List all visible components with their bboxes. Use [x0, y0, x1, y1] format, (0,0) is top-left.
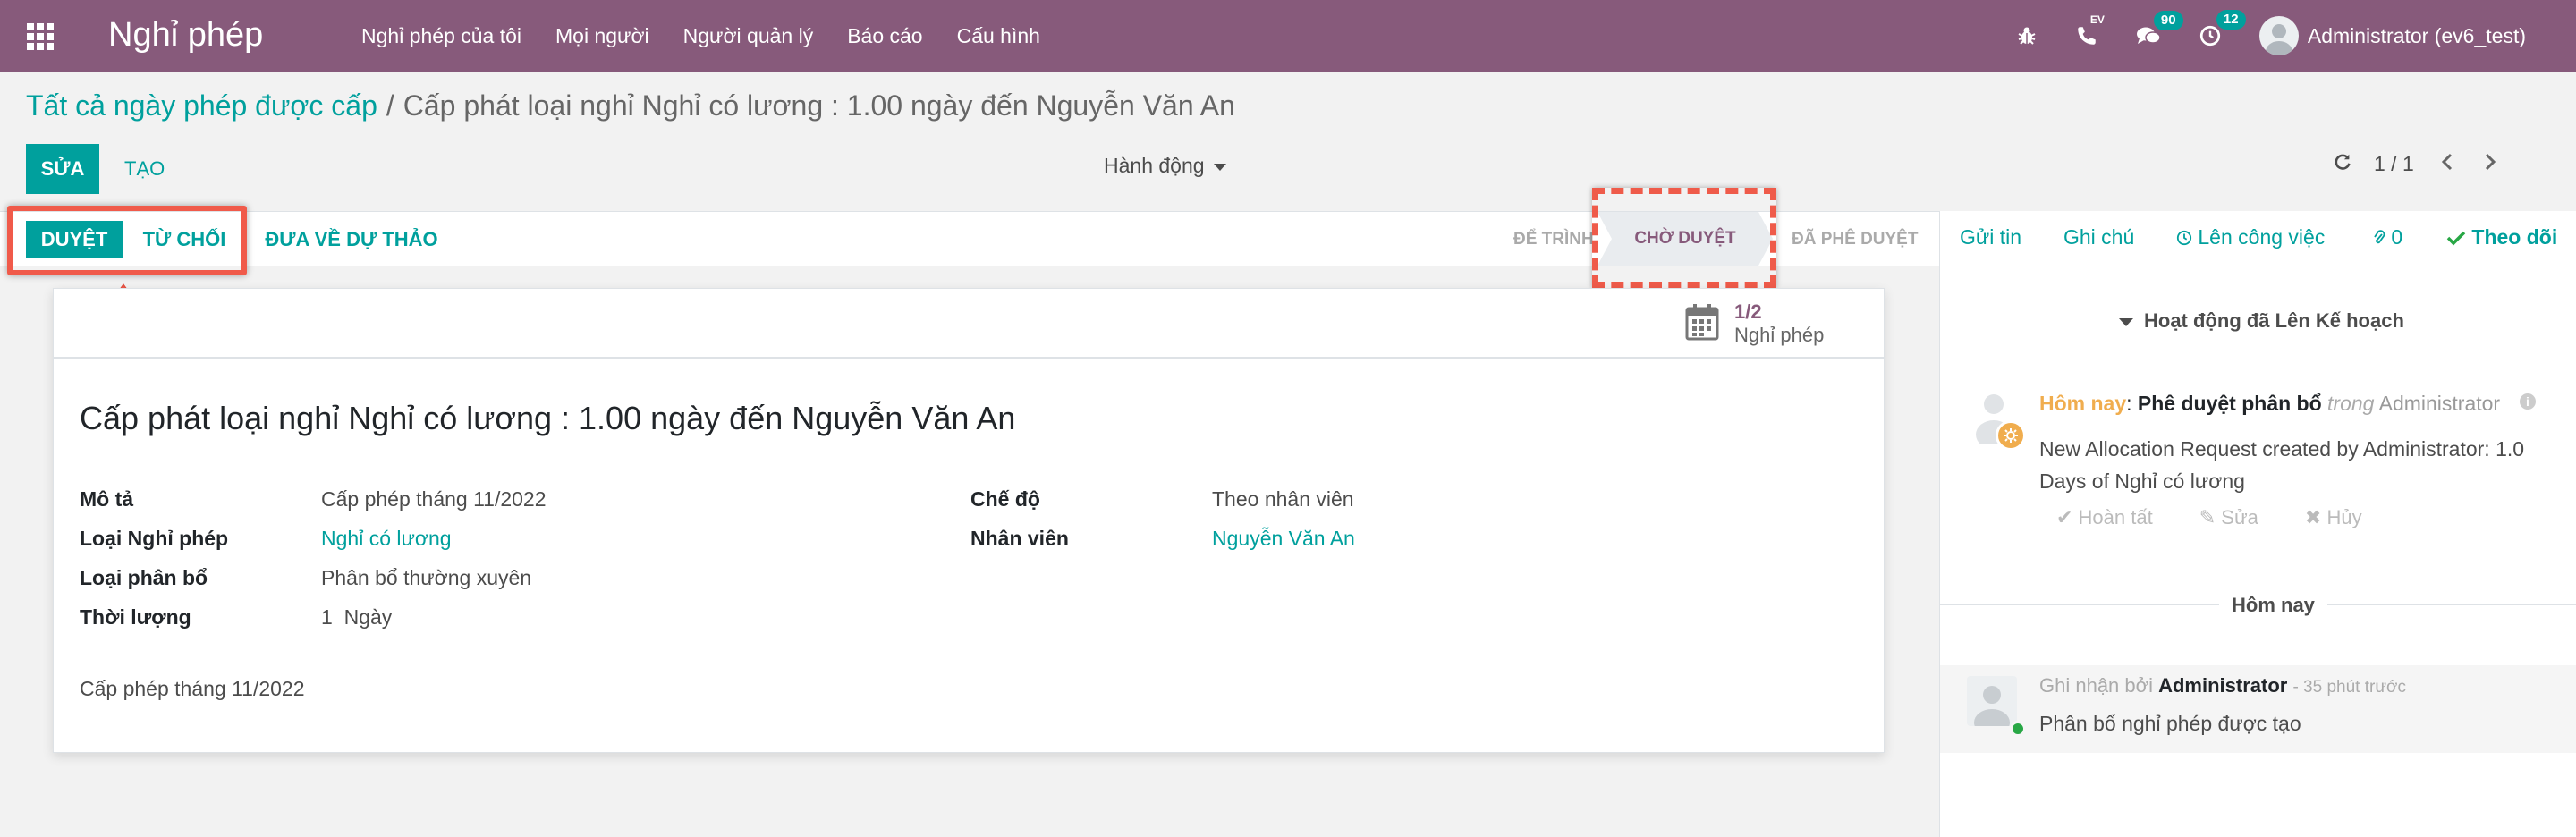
pager: 1 / 1 — [2333, 152, 2498, 176]
field-label: Nhân viên — [970, 527, 1069, 550]
message-header: Ghi nhận bởi Administrator - 35 phút trư… — [2039, 674, 2406, 698]
app-title[interactable]: Nghỉ phép — [108, 14, 263, 55]
edit-button[interactable]: SỬA — [26, 144, 99, 194]
activity-type-icon — [1996, 420, 2026, 451]
field-value: Phân bổ thường xuyên — [321, 566, 532, 589]
pager-value[interactable]: 1 / 1 — [2374, 152, 2414, 176]
stage-approved[interactable]: ĐÃ PHÊ DUYỆT — [1792, 230, 1918, 249]
form-sheet: 1/2 Nghỉ phép Cấp phát loại nghỉ Nghỉ có… — [53, 288, 1885, 753]
activity-type: Phê duyệt phân bổ — [2137, 392, 2322, 415]
create-button[interactable]: TẠO — [112, 144, 177, 194]
activity-assignee: Administrator — [2378, 392, 2501, 415]
chatter: Gửi tin Ghi chú Lên công việc 0 Theo dõi… — [1939, 211, 2576, 837]
schedule-activity-button[interactable]: Lên công việc — [2176, 225, 2325, 249]
field-label: Loại Nghỉ phép — [80, 527, 229, 550]
smart-button-value: 1/2 — [1734, 300, 1762, 323]
pager-previous-icon[interactable] — [2439, 152, 2455, 176]
user-name[interactable]: Administrator (ev6_test) — [2308, 24, 2526, 48]
message-item: Ghi nhận bởi Administrator - 35 phút trư… — [1940, 665, 2576, 753]
field-value: 1 Ngày — [321, 605, 393, 629]
follow-button[interactable]: Theo dõi — [2446, 225, 2557, 249]
activity-header: Hôm nay: Phê duyệt phân bổ trong Adminis… — [2039, 392, 2500, 416]
breadcrumb-parent[interactable]: Tất cả ngày phép được cấp — [26, 89, 377, 122]
message-by: Ghi nhận bởi — [2039, 674, 2153, 697]
phone-icon[interactable]: EV — [2075, 13, 2105, 47]
user-avatar[interactable] — [2258, 16, 2299, 55]
systray: EV 90 12 Administrator (ev6_test) — [2016, 0, 2576, 72]
date-separator-label: Hôm nay — [2219, 594, 2327, 617]
menu-everyone[interactable]: Mọi người — [555, 24, 649, 48]
paperclip-icon — [2373, 225, 2385, 249]
main-navbar: Nghỉ phép Nghỉ phép của tôi Mọi người Ng… — [0, 0, 2576, 72]
menu-reporting[interactable]: Báo cáo — [847, 24, 922, 48]
stage-to-submit[interactable]: ĐỂ TRÌNH — [1513, 230, 1594, 249]
info-icon[interactable]: i — [2520, 393, 2536, 410]
record-title: Cấp phát loại nghỉ Nghỉ có lương : 1.00 … — [80, 400, 1016, 436]
field-label: Loại phân bổ — [80, 566, 208, 589]
phone-tag: EV — [2089, 13, 2105, 26]
message-author-avatar[interactable] — [1967, 676, 2017, 726]
breadcrumb-current: Cấp phát loại nghỉ Nghỉ có lương : 1.00 … — [402, 89, 1235, 122]
planned-activities-toggle[interactable]: Hoạt động đã Lên Kế hoạch — [2119, 309, 2404, 333]
caret-down-icon — [1213, 163, 1226, 171]
notes-text: Cấp phép tháng 11/2022 — [80, 677, 305, 700]
field-value: Cấp phép tháng 11/2022 — [321, 487, 547, 511]
message-body: Phân bổ nghỉ phép được tạo — [2039, 712, 2301, 735]
activity-due: Hôm nay — [2039, 392, 2127, 415]
activity-actions: ✔ Hoàn tất ✎ Sửa ✖ Hủy — [2056, 506, 2409, 529]
online-status-icon — [2010, 721, 2026, 737]
breadcrumb-separator: / — [386, 89, 394, 122]
field-label: Chế độ — [970, 487, 1040, 511]
messages-icon[interactable]: 90 — [2136, 11, 2183, 46]
apps-menu-icon[interactable] — [27, 23, 54, 50]
menu-configuration[interactable]: Cấu hình — [957, 24, 1040, 48]
send-message-button[interactable]: Gửi tin — [1960, 225, 2021, 249]
calendar-icon — [1684, 302, 1720, 346]
smart-button-label: Nghỉ phép — [1734, 324, 1825, 346]
time-off-smart-button[interactable]: 1/2 Nghỉ phép — [1657, 289, 1885, 359]
activity-colon: : — [2126, 392, 2132, 415]
attachments-button[interactable]: 0 — [2373, 225, 2402, 249]
field-value: Theo nhân viên — [1212, 487, 1354, 511]
employee-link[interactable]: Nguyễn Văn An — [1212, 527, 1355, 551]
menu-my-time-off[interactable]: Nghỉ phép của tôi — [361, 24, 521, 48]
reset-to-draft-button[interactable]: ĐƯA VỀ DỰ THẢO — [253, 221, 450, 258]
leave-type-link[interactable]: Nghỉ có lương — [321, 527, 452, 551]
activities-clock-icon[interactable]: 12 — [2199, 10, 2246, 47]
caret-down-icon — [2119, 317, 2133, 326]
menu-managers[interactable]: Người quản lý — [683, 24, 814, 48]
cancel-activity-button[interactable]: ✖ Hủy — [2305, 506, 2385, 529]
activity-in: trong — [2327, 392, 2375, 415]
mark-done-button[interactable]: ✔ Hoàn tất — [2056, 506, 2176, 529]
smart-button-box: 1/2 Nghỉ phép — [54, 289, 1885, 359]
top-menu: Nghỉ phép của tôi Mọi người Người quản l… — [361, 0, 1074, 72]
pager-next-icon[interactable] — [2482, 152, 2498, 176]
current-stage-highlight-box — [1592, 188, 1776, 288]
planned-activities-title: Hoạt động đã Lên Kế hoạch — [2144, 309, 2404, 332]
actions-dropdown-label: Hành động — [1104, 154, 1205, 177]
field-label: Thời lượng — [80, 605, 191, 629]
message-author[interactable]: Administrator — [2158, 674, 2287, 697]
schedule-activity-label: Lên công việc — [2198, 225, 2326, 249]
messages-count-badge: 90 — [2153, 11, 2183, 30]
debug-bug-icon[interactable] — [2016, 25, 2038, 46]
clock-icon — [2176, 225, 2192, 249]
activities-count-badge: 12 — [2216, 10, 2246, 30]
field-label: Mô tả — [80, 487, 134, 511]
actions-dropdown[interactable]: Hành động — [1104, 154, 1226, 178]
log-note-button[interactable]: Ghi chú — [2063, 225, 2134, 249]
message-date: - 35 phút trước — [2292, 678, 2407, 697]
approve-highlight-box — [7, 206, 247, 275]
edit-activity-button[interactable]: ✎ Sửa — [2199, 506, 2282, 529]
breadcrumb: Tất cả ngày phép được cấp / Cấp phát loại … — [26, 89, 1235, 123]
chatter-topbar: Gửi tin Ghi chú Lên công việc 0 Theo dõi — [1940, 211, 2576, 266]
attachments-count: 0 — [2391, 225, 2403, 249]
reload-icon[interactable] — [2333, 152, 2352, 176]
check-icon — [2446, 225, 2466, 249]
activity-note: New Allocation Request created by Admini… — [2039, 437, 2525, 493]
follow-label: Theo dõi — [2471, 225, 2558, 249]
